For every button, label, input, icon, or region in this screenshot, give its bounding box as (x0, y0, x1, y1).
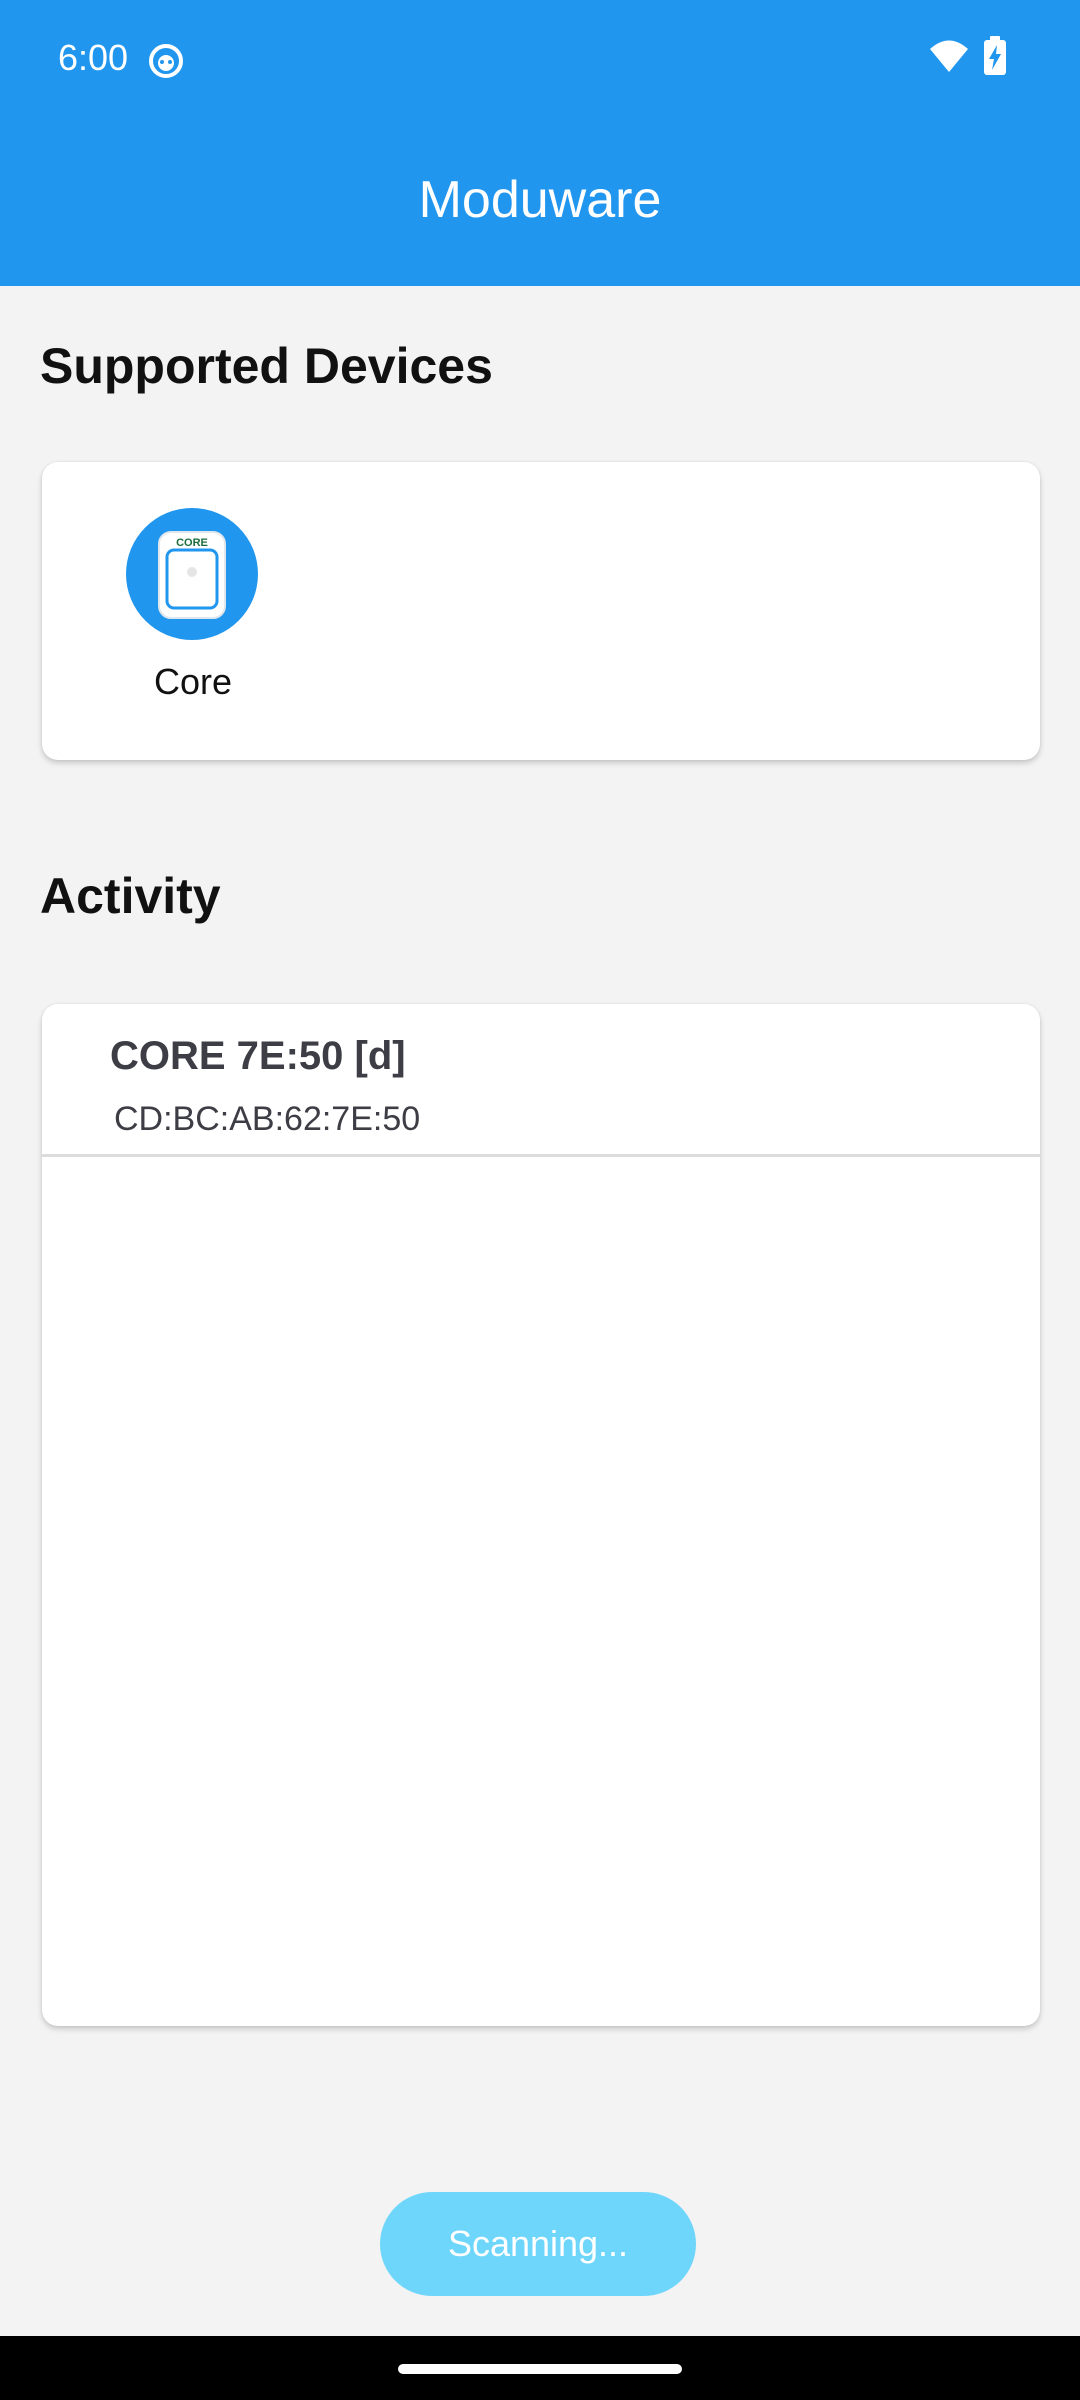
home-gesture-handle[interactable] (398, 2364, 682, 2374)
supported-devices-heading: Supported Devices (40, 338, 493, 394)
activity-list-item[interactable]: CORE 7E:50 [d] CD:BC:AB:62:7E:50 (42, 1004, 1040, 1157)
status-time: 6:00 (58, 37, 129, 78)
activity-card: CORE 7E:50 [d] CD:BC:AB:62:7E:50 (42, 1004, 1040, 2026)
scanning-button[interactable]: Scanning... (380, 2192, 696, 2296)
wifi-icon (930, 40, 968, 72)
battery-charging-icon (984, 36, 1006, 75)
face-icon (149, 44, 183, 78)
core-device-icon: CORE (126, 508, 258, 640)
supported-devices-card: CORE Core (42, 462, 1040, 760)
device-tile-core[interactable]: CORE Core (116, 508, 270, 708)
activity-heading: Activity (40, 868, 221, 924)
app-bar: 6:00 Moduware (0, 0, 1080, 286)
navigation-bar (0, 2336, 1080, 2400)
activity-device-address: CD:BC:AB:62:7E:50 (114, 1100, 421, 1138)
app-title: Moduware (418, 171, 662, 229)
core-logo-text: CORE (176, 537, 208, 549)
device-label-core: Core (153, 661, 233, 702)
activity-device-name: CORE 7E:50 [d] (110, 1034, 406, 1078)
